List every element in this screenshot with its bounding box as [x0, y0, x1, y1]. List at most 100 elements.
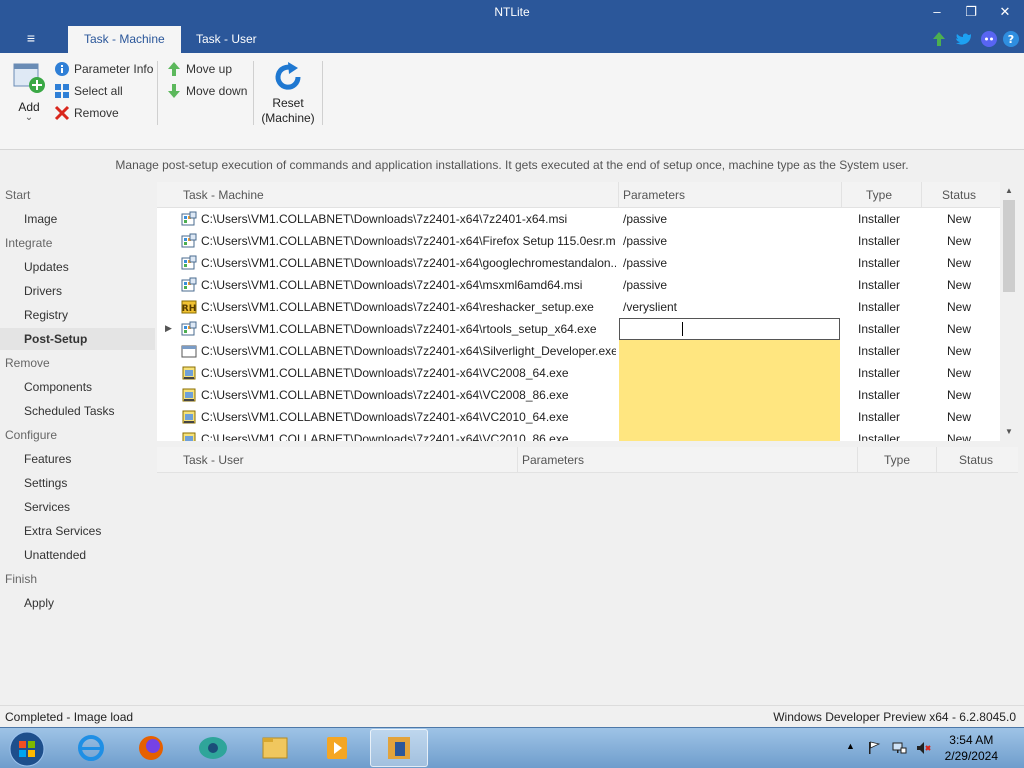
parameters-cell[interactable]: /passive	[619, 252, 840, 274]
ribbon-tab-row: ≡ Task - Machine Task - User ?	[0, 26, 1024, 53]
restore-button[interactable]: ❐	[954, 0, 988, 24]
table-row[interactable]: C:\Users\VM1.COLLABNET\Downloads\7z2401-…	[157, 252, 1000, 274]
system-clock[interactable]: 3:54 AM 2/29/2024	[945, 732, 998, 764]
discord-icon[interactable]	[980, 30, 998, 48]
move-down-button[interactable]: Move down	[166, 83, 247, 99]
file-explorer-icon[interactable]	[246, 729, 304, 767]
move-up-button[interactable]: Move up	[166, 61, 232, 77]
parameters-cell[interactable]: /passive	[619, 230, 840, 252]
sidebar-item-updates[interactable]: Updates	[0, 256, 155, 278]
close-button[interactable]: ✕	[988, 0, 1022, 24]
ribbon: Add ⌄ Parameter Info Select all Remove M…	[0, 53, 1024, 150]
parameter-info-button[interactable]: Parameter Info	[54, 61, 153, 77]
scroll-up-arrow-icon[interactable]: ▲	[1002, 184, 1016, 198]
setup-icon	[182, 432, 196, 441]
status-cell: New	[947, 432, 972, 441]
column-header-type[interactable]: Type	[866, 188, 892, 202]
remove-button[interactable]: Remove	[54, 105, 119, 121]
sidebar-item-registry[interactable]: Registry	[0, 304, 155, 326]
msi-icon	[181, 233, 197, 248]
parameters-cell[interactable]: /veryslient	[619, 296, 840, 318]
parameters-cell[interactable]	[619, 362, 840, 384]
table-row[interactable]: ▶ C:\Users\VM1.COLLABNET\Downloads\7z2401…	[157, 318, 1000, 340]
task-path-cell: C:\Users\VM1.COLLABNET\Downloads\7z2401-…	[201, 234, 616, 248]
parameters-cell[interactable]	[619, 340, 840, 362]
table-row[interactable]: C:\Users\VM1.COLLABNET\Downloads\7z2401-…	[157, 362, 1000, 384]
column-header-parameters[interactable]: Parameters	[522, 453, 584, 467]
parameters-cell[interactable]: /passive	[619, 208, 840, 230]
column-header-type[interactable]: Type	[884, 453, 910, 467]
windows-start-icon[interactable]	[8, 730, 46, 768]
table-row[interactable]: C:\Users\VM1.COLLABNET\Downloads\7z2401-…	[157, 230, 1000, 252]
column-header-parameters[interactable]: Parameters	[623, 188, 685, 202]
twitter-icon[interactable]	[955, 30, 973, 48]
move-down-label: Move down	[186, 84, 248, 98]
ntlite-taskbar-button[interactable]	[370, 729, 428, 767]
status-bar: Completed - Image load Windows Developer…	[0, 705, 1024, 727]
status-cell: New	[947, 234, 972, 248]
remove-label: Remove	[74, 106, 119, 120]
table-row[interactable]: C:\Users\VM1.COLLABNET\Downloads\7z2401-…	[157, 340, 1000, 362]
sidebar-item-components[interactable]: Components	[0, 376, 155, 398]
parameters-cell[interactable]: /passive	[619, 274, 840, 296]
tray-expand-icon[interactable]: ▲	[846, 741, 855, 751]
table-row[interactable]: C:\Users\VM1.COLLABNET\Downloads\7z2401-…	[157, 406, 1000, 428]
scroll-down-arrow-icon[interactable]: ▼	[1002, 425, 1016, 439]
sidebar-item-unattended[interactable]: Unattended	[0, 544, 155, 566]
minimize-button[interactable]: –	[920, 0, 954, 24]
sidebar-item-settings[interactable]: Settings	[0, 472, 155, 494]
reset-machine-button[interactable]: Reset (Machine)	[258, 59, 318, 129]
hamburger-menu-button[interactable]: ≡	[18, 30, 44, 50]
type-cell: Installer	[858, 300, 901, 314]
action-center-flag-icon[interactable]	[866, 740, 882, 756]
sidebar-item-apply[interactable]: Apply	[0, 592, 155, 614]
parameters-edit-input[interactable]	[619, 318, 840, 340]
select-all-button[interactable]: Select all	[54, 83, 123, 99]
parameters-cell[interactable]	[619, 384, 840, 406]
network-app-icon[interactable]	[184, 729, 242, 767]
task-path-cell: C:\Users\VM1.COLLABNET\Downloads\7z2401-…	[201, 212, 568, 226]
sidebar-item-scheduled-tasks[interactable]: Scheduled Tasks	[0, 400, 155, 422]
sidebar-item-image[interactable]: Image	[0, 208, 155, 230]
sidebar-item-extra-services[interactable]: Extra Services	[0, 520, 155, 542]
sidebar-category-integrate: Integrate	[5, 236, 53, 250]
table-row[interactable]: C:\Users\VM1.COLLABNET\Downloads\7z2401-…	[157, 428, 1000, 441]
sidebar-item-drivers[interactable]: Drivers	[0, 280, 155, 302]
column-header-task[interactable]: Task - Machine	[183, 188, 264, 202]
svg-text:?: ?	[1008, 33, 1014, 46]
type-cell: Installer	[858, 344, 901, 358]
table-row[interactable]: C:\Users\VM1.COLLABNET\Downloads\7z2401-…	[157, 384, 1000, 406]
parameters-cell[interactable]	[619, 428, 840, 441]
column-header-task-user[interactable]: Task - User	[183, 453, 244, 467]
setup-icon	[182, 366, 196, 380]
column-header-status[interactable]: Status	[942, 188, 976, 202]
column-header-status[interactable]: Status	[959, 453, 993, 467]
add-button[interactable]: Add ⌄	[8, 59, 50, 125]
refresh-icon	[275, 62, 301, 90]
sidebar-item-services[interactable]: Services	[0, 496, 155, 518]
tab-task-user[interactable]: Task - User	[180, 26, 273, 53]
parameters-cell[interactable]	[619, 406, 840, 428]
sidebar: Start Image Integrate Updates Drivers Re…	[0, 182, 155, 705]
update-arrow-icon[interactable]	[930, 30, 948, 48]
table-row[interactable]: RH C:\Users\VM1.COLLABNET\Downloads\7z240…	[157, 296, 1000, 318]
firefox-icon[interactable]	[122, 729, 180, 767]
internet-explorer-icon[interactable]	[62, 729, 120, 767]
sidebar-item-post-setup[interactable]: Post-Setup	[0, 328, 155, 350]
sidebar-item-features[interactable]: Features	[0, 448, 155, 470]
tab-task-machine[interactable]: Task - Machine	[68, 26, 181, 53]
volume-muted-icon[interactable]	[915, 740, 931, 756]
type-cell: Installer	[858, 388, 901, 402]
info-icon	[55, 62, 69, 76]
vertical-scrollbar[interactable]: ▲ ▼	[1000, 182, 1018, 441]
help-icon[interactable]: ?	[1002, 30, 1020, 48]
scroll-thumb[interactable]	[1003, 200, 1015, 292]
table-row[interactable]: C:\Users\VM1.COLLABNET\Downloads\7z2401-…	[157, 274, 1000, 296]
table-row[interactable]: C:\Users\VM1.COLLABNET\Downloads\7z2401-…	[157, 208, 1000, 230]
status-cell: New	[947, 300, 972, 314]
current-row-indicator-icon: ▶	[165, 323, 172, 333]
sidebar-category-start: Start	[5, 188, 31, 202]
msi-icon	[181, 277, 197, 292]
media-player-icon[interactable]	[308, 729, 366, 767]
network-icon[interactable]	[891, 740, 907, 756]
